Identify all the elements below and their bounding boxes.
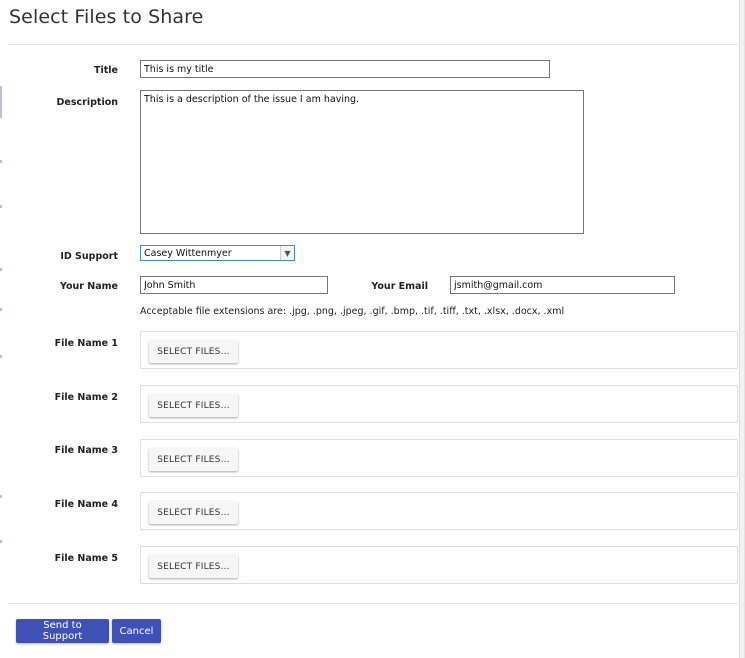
id-support-selected-value: Casey Wittenmyer <box>144 248 232 259</box>
file-name-2-label: File Name 2 <box>54 392 118 403</box>
file-upload-3[interactable]: SELECT FILES... <box>140 439 738 477</box>
chevron-down-icon[interactable]: ▼ <box>280 246 294 260</box>
title-input[interactable] <box>140 60 550 78</box>
file-name-1-label: File Name 1 <box>54 338 118 349</box>
select-files-button-1[interactable]: SELECT FILES... <box>149 340 238 363</box>
file-upload-2[interactable]: SELECT FILES... <box>140 385 738 423</box>
id-support-label: ID Support <box>60 251 118 262</box>
description-textarea[interactable]: This is a description of the issue I am … <box>140 90 584 234</box>
send-to-support-button[interactable]: Send to Support <box>16 619 109 643</box>
your-name-label: Your Name <box>60 281 118 292</box>
title-label: Title <box>94 65 118 76</box>
id-support-select[interactable]: Casey Wittenmyer ▼ <box>140 245 295 261</box>
your-email-input[interactable] <box>450 276 675 294</box>
file-name-4-label: File Name 4 <box>54 499 118 510</box>
header-divider <box>8 44 738 45</box>
file-upload-5[interactable]: SELECT FILES... <box>140 546 738 584</box>
select-files-button-4[interactable]: SELECT FILES... <box>149 501 238 524</box>
select-files-button-3[interactable]: SELECT FILES... <box>149 448 238 471</box>
select-files-button-2[interactable]: SELECT FILES... <box>149 394 238 417</box>
description-label: Description <box>56 97 118 108</box>
file-extensions-hint: Acceptable file extensions are: .jpg, .p… <box>140 306 565 317</box>
your-email-label: Your Email <box>371 281 428 292</box>
cancel-button[interactable]: Cancel <box>112 619 161 643</box>
dialog: Select Files to Share Title Description … <box>0 0 745 658</box>
footer-divider <box>8 603 738 604</box>
file-upload-1[interactable]: SELECT FILES... <box>140 331 738 369</box>
scrollbar-edge <box>739 0 744 658</box>
dialog-title: Select Files to Share <box>9 6 204 28</box>
file-name-5-label: File Name 5 <box>54 553 118 564</box>
file-upload-4[interactable]: SELECT FILES... <box>140 492 738 530</box>
select-files-button-5[interactable]: SELECT FILES... <box>149 555 238 578</box>
file-name-3-label: File Name 3 <box>54 445 118 456</box>
your-name-input[interactable] <box>140 276 328 294</box>
